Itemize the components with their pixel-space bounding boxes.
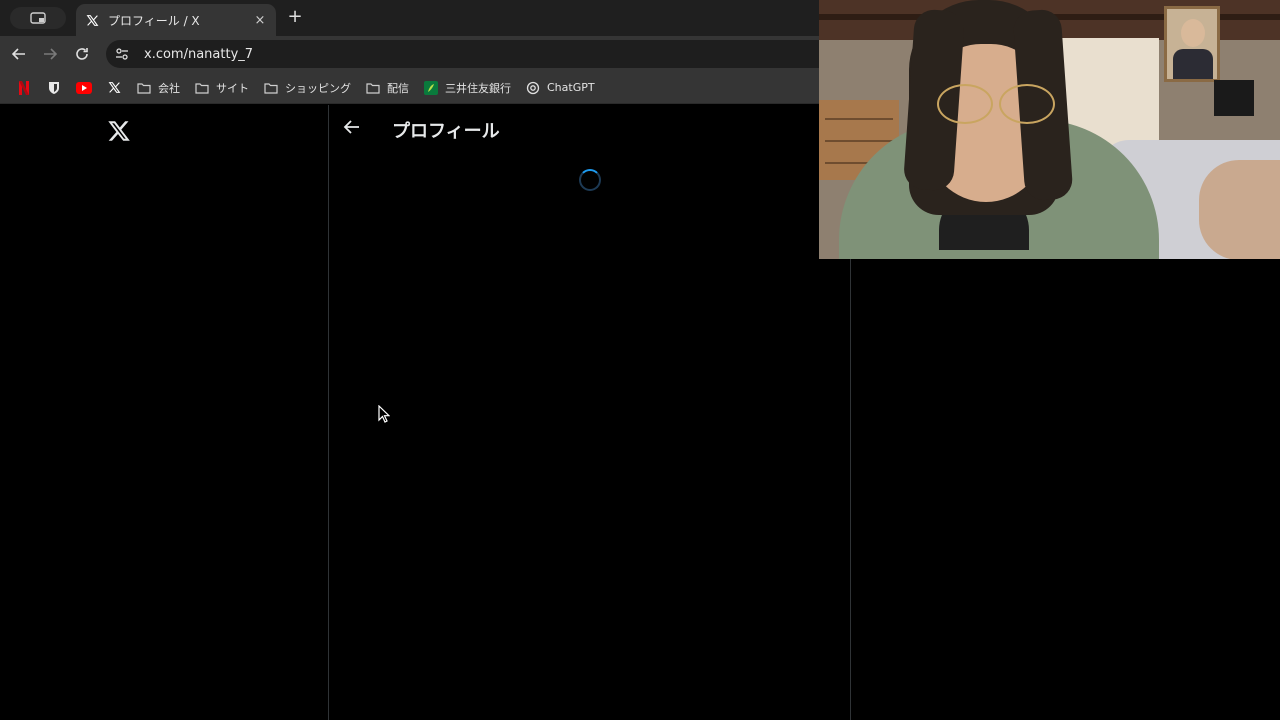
webcam-portrait xyxy=(1164,6,1220,82)
back-arrow-icon xyxy=(12,48,25,60)
forward-arrow-icon xyxy=(44,48,57,60)
dresser-drawer xyxy=(825,118,893,120)
reload-icon xyxy=(76,48,88,60)
webcam-glasses-right xyxy=(999,84,1055,124)
bitwarden-icon xyxy=(46,80,62,96)
bookmark-folder-company[interactable]: 会社 xyxy=(130,76,186,100)
reload-button[interactable] xyxy=(72,44,92,64)
portrait-suit xyxy=(1173,49,1213,79)
site-info-icon[interactable] xyxy=(114,46,130,62)
page-title: プロフィール xyxy=(392,121,500,142)
bookmark-netflix[interactable] xyxy=(10,76,38,100)
youtube-icon xyxy=(76,80,92,96)
tab-profile[interactable]: プロフィール / X × xyxy=(76,4,276,36)
bookmark-label: サイト xyxy=(216,81,249,95)
main-column: プロフィール xyxy=(329,105,851,720)
x-icon xyxy=(106,80,122,96)
forward-button[interactable] xyxy=(40,44,60,64)
back-button[interactable] xyxy=(9,44,29,64)
chatgpt-icon xyxy=(525,80,541,96)
bookmark-label: ChatGPT xyxy=(547,81,595,94)
mouse-cursor-icon xyxy=(378,404,391,423)
bookmark-youtube[interactable] xyxy=(70,76,98,100)
tab-search-icon xyxy=(30,12,46,24)
x-favicon-icon xyxy=(84,12,100,28)
bookmark-label: 三井住友銀行 xyxy=(445,81,511,95)
dresser-drawer xyxy=(825,140,893,142)
back-arrow-icon xyxy=(343,120,359,134)
bookmark-smbc[interactable]: 三井住友銀行 xyxy=(417,76,517,100)
new-tab-button[interactable]: + xyxy=(286,8,304,26)
loading-spinner-icon xyxy=(579,169,601,191)
bookmark-x[interactable] xyxy=(100,76,128,100)
webcam-overlay xyxy=(819,0,1280,259)
webcam-glasses-left xyxy=(937,84,993,124)
tab-close-button[interactable]: × xyxy=(252,13,268,28)
left-sidebar xyxy=(0,105,329,720)
bookmark-label: ショッピング xyxy=(285,81,351,95)
webcam-person-hand xyxy=(1199,160,1280,259)
address-url[interactable]: x.com/nanatty_7 xyxy=(144,47,253,62)
folder-icon xyxy=(136,80,152,96)
bookmark-bitwarden[interactable] xyxy=(40,76,68,100)
bookmark-chatgpt[interactable]: ChatGPT xyxy=(519,76,601,100)
smbc-icon xyxy=(423,80,439,96)
back-arrow-button[interactable] xyxy=(343,118,363,138)
bookmark-folder-site[interactable]: サイト xyxy=(188,76,255,100)
tab-title: プロフィール / X xyxy=(108,13,200,28)
tab-search-button[interactable] xyxy=(10,7,66,29)
folder-icon xyxy=(194,80,210,96)
x-logo-icon[interactable] xyxy=(107,119,131,143)
netflix-icon xyxy=(16,80,32,96)
bookmark-folder-streaming[interactable]: 配信 xyxy=(359,76,415,100)
bookmark-label: 会社 xyxy=(158,81,180,95)
folder-icon xyxy=(263,80,279,96)
folder-icon xyxy=(365,80,381,96)
portrait-face xyxy=(1181,19,1205,47)
bookmark-folder-shopping[interactable]: ショッピング xyxy=(257,76,357,100)
webcam-monitor xyxy=(1214,80,1254,116)
bookmark-label: 配信 xyxy=(387,81,409,95)
